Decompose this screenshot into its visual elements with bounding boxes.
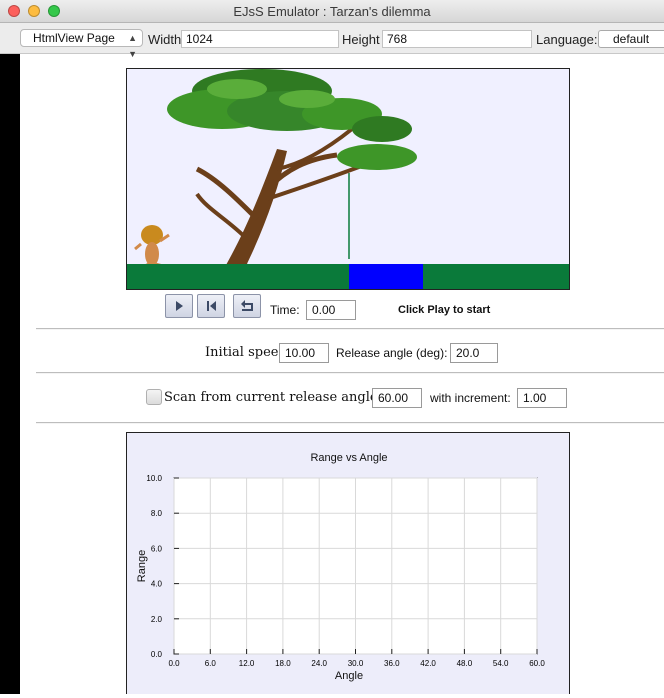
scan-checkbox[interactable] bbox=[146, 389, 162, 405]
separator bbox=[36, 328, 664, 330]
x-tick-label: 24.0 bbox=[311, 659, 327, 668]
window-titlebar: EJsS Emulator : Tarzan's dilemma bbox=[0, 0, 664, 23]
reset-button[interactable] bbox=[233, 294, 261, 318]
language-label: Language: bbox=[536, 32, 598, 47]
scene-canvas bbox=[127, 69, 569, 289]
separator bbox=[36, 422, 664, 424]
reset-icon bbox=[241, 300, 253, 311]
height-label: Height bbox=[342, 32, 380, 47]
water-pool bbox=[349, 264, 423, 289]
x-tick-label: 42.0 bbox=[420, 659, 436, 668]
tarzan-figure bbox=[134, 225, 170, 268]
width-input[interactable]: 1024 bbox=[181, 30, 339, 48]
time-field[interactable]: 0.00 bbox=[306, 300, 356, 320]
chart-title: Range vs Angle bbox=[310, 452, 387, 464]
y-axis-label: Range bbox=[136, 550, 148, 582]
range-angle-chart: Range vs Angle 0.0 6.0 12.0 18.0 24.0 30.0 36.… bbox=[136, 452, 545, 682]
x-tick-label: 12.0 bbox=[239, 659, 255, 668]
x-tick-label: 60.0 bbox=[529, 659, 545, 668]
ground bbox=[127, 264, 569, 289]
status-message: Click Play to start bbox=[398, 304, 491, 316]
time-label: Time: bbox=[270, 303, 300, 317]
x-tick-label: 18.0 bbox=[275, 659, 291, 668]
simulation-panel bbox=[126, 68, 570, 290]
step-icon bbox=[206, 301, 216, 311]
initial-speed-input[interactable]: 10.00 bbox=[279, 343, 329, 363]
x-tick-label: 48.0 bbox=[457, 659, 473, 668]
y-tick-label: 6.0 bbox=[151, 544, 163, 553]
x-tick-label: 0.0 bbox=[168, 659, 180, 668]
y-tick-label: 8.0 bbox=[151, 509, 163, 518]
x-tick-label: 54.0 bbox=[493, 659, 509, 668]
step-button[interactable] bbox=[197, 294, 225, 318]
release-angle-input[interactable]: 20.0 bbox=[450, 343, 498, 363]
y-tick-label: 4.0 bbox=[151, 580, 163, 589]
view-select[interactable]: HtmlView Page ▲ ▼ bbox=[20, 29, 143, 59]
tree bbox=[167, 69, 417, 274]
separator bbox=[36, 372, 664, 374]
increment-input[interactable]: 1.00 bbox=[517, 388, 567, 408]
window-title: EJsS Emulator : Tarzan's dilemma bbox=[233, 4, 431, 19]
increment-label: with increment: bbox=[430, 391, 511, 405]
scan-to-input[interactable]: 60.00 bbox=[372, 388, 422, 408]
height-input[interactable]: 768 bbox=[382, 30, 532, 48]
x-tick-label: 30.0 bbox=[348, 659, 364, 668]
window-edge bbox=[0, 54, 20, 694]
updown-arrows-icon: ▲ ▼ bbox=[128, 33, 137, 59]
emulator-toolbar: HtmlView Page ▲ ▼ Width 1024 Height 768 L… bbox=[0, 23, 664, 59]
x-tick-label: 36.0 bbox=[384, 659, 400, 668]
x-tick-label: 6.0 bbox=[205, 659, 217, 668]
width-label: Width bbox=[148, 32, 182, 47]
range-angle-plot-panel: Range vs Angle 0.0 6.0 12.0 18.0 24.0 30.0 36.… bbox=[126, 432, 570, 694]
y-tick-label: 2.0 bbox=[151, 615, 163, 624]
x-axis-label: Angle bbox=[335, 670, 363, 682]
y-tick-label: 0.0 bbox=[151, 650, 163, 659]
play-button[interactable] bbox=[165, 294, 193, 318]
y-tick-label: 10.0 bbox=[146, 474, 162, 483]
play-icon bbox=[175, 301, 183, 311]
scan-label: Scan from current release angle to: bbox=[164, 390, 400, 405]
release-angle-label: Release angle (deg): bbox=[336, 346, 448, 360]
view-select-value: HtmlView Page bbox=[33, 31, 115, 45]
language-button[interactable]: default bbox=[598, 30, 664, 48]
